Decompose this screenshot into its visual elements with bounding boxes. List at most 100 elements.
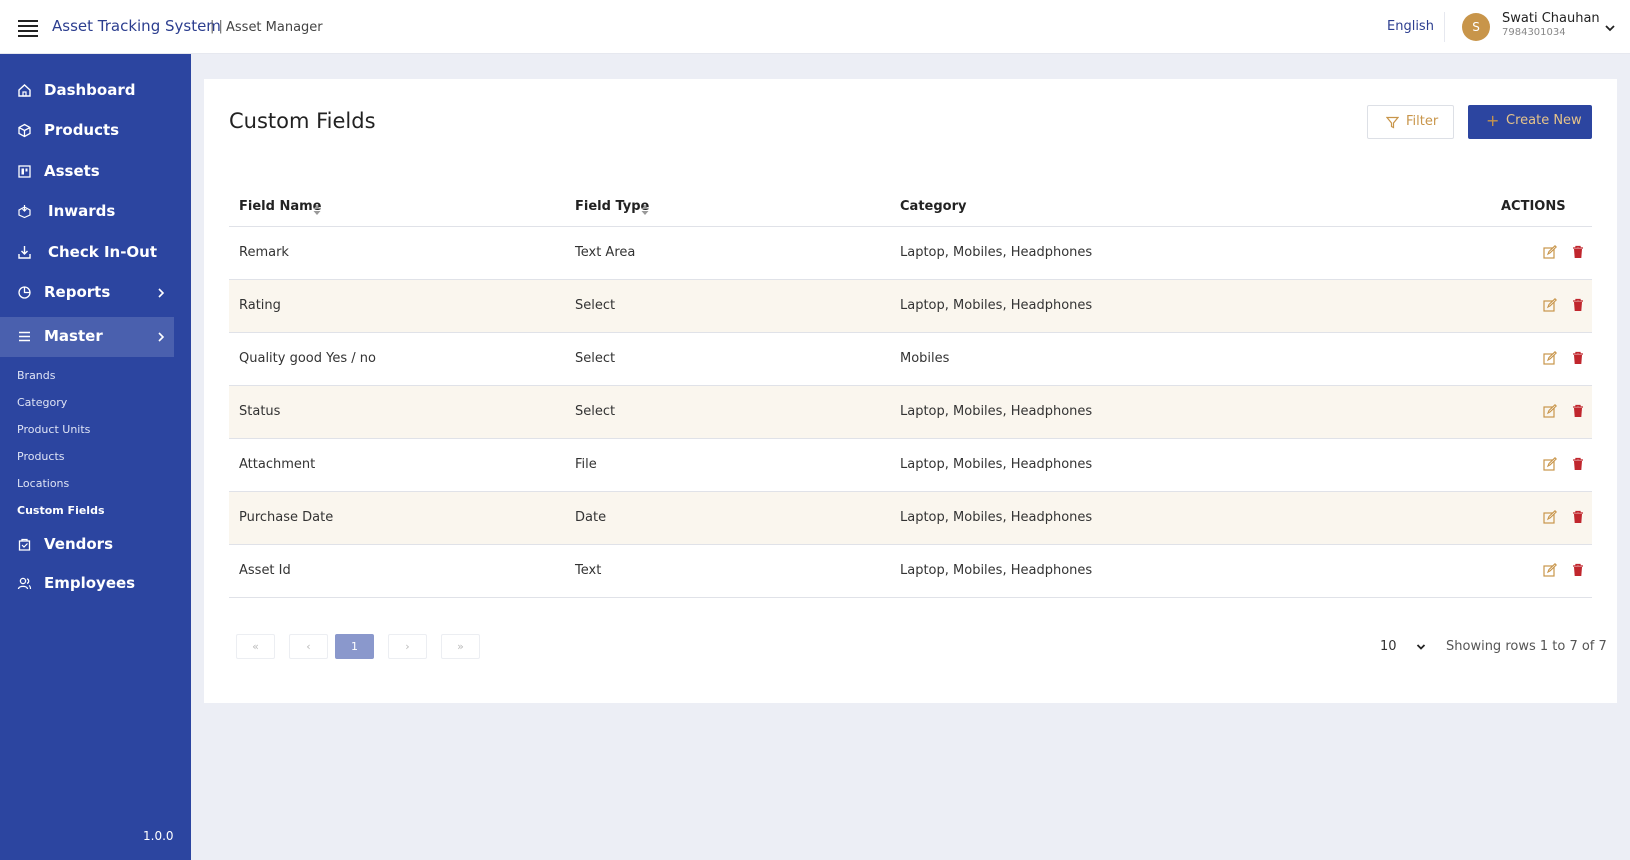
sidebar-item-check-in-out[interactable]: Check In-Out: [0, 233, 174, 273]
pie-chart-icon: [18, 286, 31, 299]
cell-field-name: Rating: [239, 298, 281, 313]
filter-icon: [1386, 116, 1399, 129]
sort-icon[interactable]: [641, 204, 649, 216]
sidebar-item-label: Vendors: [44, 535, 114, 553]
chevron-down-icon: [1416, 644, 1426, 650]
edit-icon[interactable]: [1543, 245, 1557, 259]
column-header-field-type[interactable]: Field Type: [575, 199, 649, 214]
sidebar-item-inwards[interactable]: Inwards: [0, 192, 174, 232]
cell-field-type: File: [575, 457, 597, 472]
rows-per-page-select[interactable]: 10: [1380, 639, 1430, 657]
pagination-prev[interactable]: ‹: [289, 634, 328, 659]
cell-field-name: Attachment: [239, 457, 316, 472]
cell-category: Laptop, Mobiles, Headphones: [900, 457, 1093, 472]
create-new-button-label: Create New: [1506, 113, 1582, 128]
sidebar-item-label: Reports: [44, 283, 111, 301]
cell-field-type: Text: [575, 563, 602, 578]
hamburger-menu-icon[interactable]: [18, 20, 38, 37]
trash-icon[interactable]: [1572, 404, 1584, 418]
sidebar-item-assets[interactable]: Assets: [0, 152, 174, 192]
sidebar-item-dashboard[interactable]: Dashboard: [0, 71, 174, 111]
chevron-right-icon: [158, 332, 165, 342]
submenu-item-brands[interactable]: Brands: [17, 369, 56, 382]
cell-field-name: Status: [239, 404, 281, 419]
table-header: Field Name Field Type Category ACTIONS: [229, 183, 1592, 227]
submenu-item-category[interactable]: Category: [17, 396, 67, 409]
table-row: Purchase Date Date Laptop, Mobiles, Head…: [229, 492, 1592, 545]
sidebar-item-reports[interactable]: Reports: [0, 273, 174, 313]
cell-field-name: Remark: [239, 245, 289, 260]
trash-icon[interactable]: [1572, 351, 1584, 365]
pagination-next[interactable]: ›: [388, 634, 427, 659]
column-header-actions: ACTIONS: [1501, 199, 1566, 214]
app-title[interactable]: Asset Tracking System: [52, 17, 221, 35]
checkin-icon: [18, 246, 31, 259]
cell-category: Laptop, Mobiles, Headphones: [900, 510, 1093, 525]
sort-icon[interactable]: [313, 204, 321, 216]
sidebar-item-master[interactable]: Master: [0, 317, 174, 357]
table-row: Status Select Laptop, Mobiles, Headphone…: [229, 386, 1592, 439]
sidebar-item-products[interactable]: Products: [0, 111, 174, 151]
sidebar-item-vendors[interactable]: Vendors: [0, 525, 174, 565]
pagination-first[interactable]: «: [236, 634, 275, 659]
column-header-field-name[interactable]: Field Name: [239, 199, 321, 214]
trash-icon[interactable]: [1572, 563, 1584, 577]
filter-button[interactable]: Filter: [1367, 105, 1454, 139]
users-icon: [17, 577, 32, 590]
app-version: 1.0.0: [143, 829, 174, 843]
avatar[interactable]: S: [1462, 13, 1490, 41]
sidebar-item-employees[interactable]: Employees: [0, 564, 174, 604]
sidebar-item-label: Assets: [44, 162, 100, 180]
cell-field-type: Date: [575, 510, 607, 525]
pagination-last[interactable]: »: [441, 634, 480, 659]
cell-field-name: Quality good Yes / no: [239, 351, 376, 366]
table-row: Remark Text Area Laptop, Mobiles, Headph…: [229, 227, 1592, 280]
plus-icon: +: [1486, 111, 1500, 130]
edit-icon[interactable]: [1543, 563, 1557, 577]
table-row: Attachment File Laptop, Mobiles, Headpho…: [229, 439, 1592, 492]
edit-icon[interactable]: [1543, 404, 1557, 418]
language-selector[interactable]: English: [1387, 19, 1434, 34]
trash-icon[interactable]: [1572, 245, 1584, 259]
top-bar: Asset Tracking System | | Asset Manager …: [0, 0, 1630, 54]
inward-icon: [18, 205, 31, 219]
chevron-down-icon[interactable]: [1603, 21, 1617, 35]
page-title: Custom Fields: [229, 109, 376, 133]
submenu-item-custom-fields[interactable]: Custom Fields: [17, 504, 105, 517]
cell-field-type: Text Area: [575, 245, 636, 260]
submenu-item-products[interactable]: Products: [17, 450, 65, 463]
trash-icon[interactable]: [1572, 298, 1584, 312]
pagination-page-current[interactable]: 1: [335, 634, 374, 659]
cell-category: Laptop, Mobiles, Headphones: [900, 298, 1093, 313]
edit-icon[interactable]: [1543, 298, 1557, 312]
submenu-item-product-units[interactable]: Product Units: [17, 423, 90, 436]
user-name[interactable]: Swati Chauhan: [1502, 11, 1600, 26]
sidebar-item-label: Inwards: [48, 202, 116, 220]
sidebar-item-label: Check In-Out: [48, 243, 158, 261]
header-divider: [1444, 12, 1445, 42]
sidebar-item-label: Dashboard: [44, 81, 136, 99]
edit-icon[interactable]: [1543, 457, 1557, 471]
rows-summary: Showing rows 1 to 7 of 7: [1446, 639, 1607, 654]
rows-per-page-value: 10: [1380, 639, 1397, 654]
edit-icon[interactable]: [1543, 351, 1557, 365]
submenu-item-locations[interactable]: Locations: [17, 477, 69, 490]
sidebar-item-label: Employees: [44, 574, 136, 592]
trash-icon[interactable]: [1572, 510, 1584, 524]
cell-field-type: Select: [575, 351, 616, 366]
sidebar: Dashboard Products Assets Inwards Check …: [0, 54, 191, 860]
trash-icon[interactable]: [1572, 457, 1584, 471]
table-row: Rating Select Laptop, Mobiles, Headphone…: [229, 280, 1592, 333]
cell-category: Laptop, Mobiles, Headphones: [900, 563, 1093, 578]
title-separator: | |: [210, 19, 223, 34]
vendor-icon: [18, 538, 31, 551]
filter-button-label: Filter: [1406, 114, 1439, 129]
edit-icon[interactable]: [1543, 510, 1557, 524]
sidebar-item-label: Master: [44, 327, 103, 345]
app-subtitle: Asset Manager: [226, 20, 323, 35]
cell-field-name: Asset Id: [239, 563, 291, 578]
list-icon: [19, 331, 30, 342]
create-new-button[interactable]: + Create New: [1468, 105, 1592, 139]
column-header-category: Category: [900, 199, 967, 214]
cell-field-name: Purchase Date: [239, 510, 334, 525]
